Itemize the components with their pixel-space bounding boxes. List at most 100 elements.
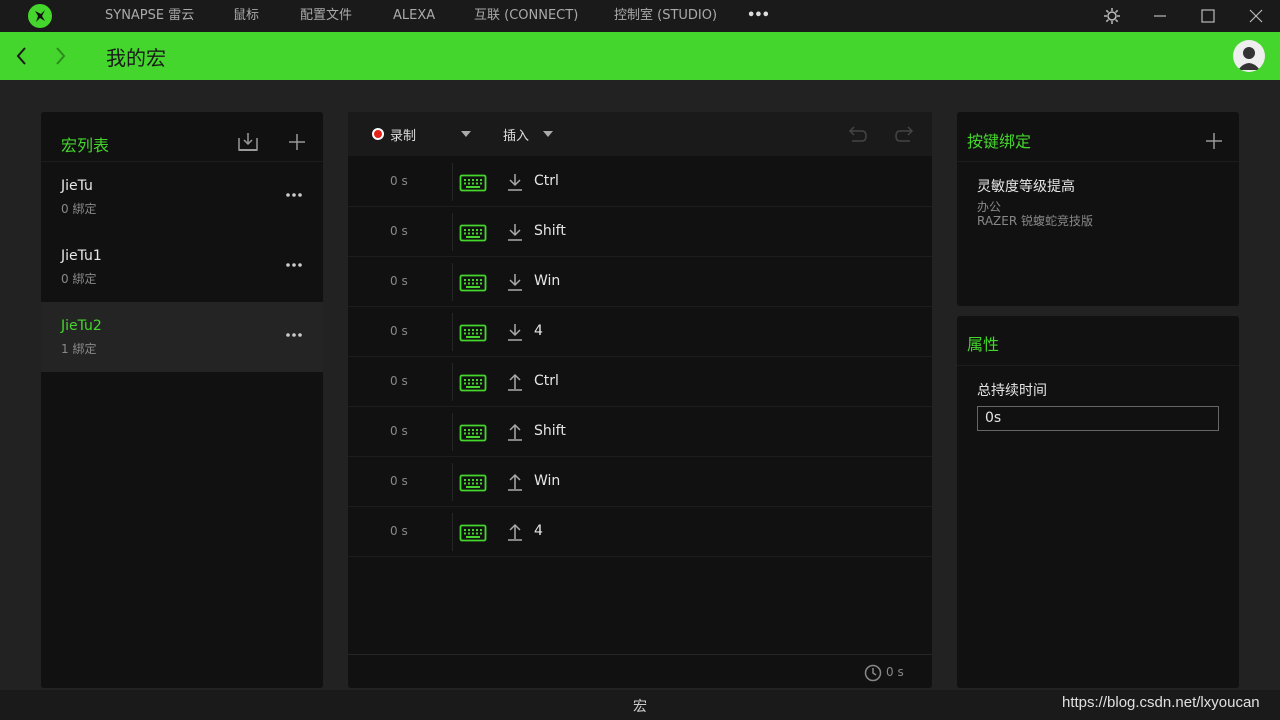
keyboard-icon — [459, 274, 487, 292]
minimize-icon[interactable] — [1150, 6, 1170, 26]
event-key: Ctrl — [534, 173, 559, 189]
macro-editor-panel: 录制 插入 0 s Ctrl 0 s Shift 0 s Win 0 s40 s Ctrl 0 … — [348, 112, 932, 688]
macro-list-panel: 宏列表 JieTu 0 綁定 JieTu1 0 綁定 JieTu2 1 綁定 — [41, 112, 323, 688]
key-down-arrow-icon — [508, 274, 522, 291]
macro-event-row[interactable]: 0 s Win — [348, 257, 932, 307]
row-divider — [452, 213, 453, 251]
row-divider — [452, 263, 453, 301]
event-delay: 0 s — [390, 424, 408, 438]
add-binding-icon[interactable] — [1204, 131, 1224, 151]
keyboard-icon — [459, 524, 487, 542]
properties-title: 属性 — [967, 335, 1000, 354]
event-delay: 0 s — [390, 174, 408, 188]
record-dot-icon[interactable] — [372, 128, 384, 140]
event-delay: 0 s — [390, 524, 408, 538]
binding-device: RAZER 锐蝮蛇竞技版 — [977, 214, 1094, 228]
macro-list-title: 宏列表 — [61, 136, 110, 155]
undo-icon[interactable] — [844, 122, 868, 146]
user-avatar[interactable] — [1233, 40, 1265, 72]
more-options-icon[interactable] — [285, 190, 303, 200]
key-binding-title: 按键绑定 — [967, 132, 1032, 151]
macro-item-jietu[interactable]: JieTu 0 綁定 — [41, 162, 323, 232]
razer-logo-icon[interactable] — [28, 4, 52, 28]
key-up-arrow-icon — [508, 523, 522, 541]
event-key: 4 — [534, 323, 543, 339]
forward-arrow-icon[interactable] — [50, 44, 70, 68]
more-options-icon[interactable] — [285, 330, 303, 340]
nav-alexa[interactable]: ALEXA — [393, 0, 435, 32]
maximize-icon[interactable] — [1198, 6, 1218, 26]
macro-item-jietu2-selected[interactable]: JieTu2 1 綁定 — [41, 302, 323, 372]
row-divider — [452, 313, 453, 351]
key-binding-panel: 按键绑定 灵敏度等级提高 办公 RAZER 锐蝮蛇竞技版 — [957, 112, 1239, 306]
key-down-arrow-icon — [508, 324, 522, 341]
macro-event-row[interactable]: 0 s Shift — [348, 207, 932, 257]
more-options-icon[interactable] — [285, 260, 303, 270]
redo-icon[interactable] — [894, 122, 918, 146]
row-divider — [452, 163, 453, 201]
keyboard-icon — [459, 224, 487, 242]
event-delay: 0 s — [390, 474, 408, 488]
event-delay: 0 s — [390, 224, 408, 238]
divider — [348, 654, 932, 655]
macro-bindings: 1 綁定 — [61, 342, 97, 356]
divider — [957, 365, 1239, 366]
keyboard-icon — [459, 474, 487, 492]
user-icon — [1238, 47, 1260, 70]
nav-synapse[interactable]: SYNAPSE 雷云 — [105, 0, 194, 32]
macro-event-row[interactable]: 0 s 4 — [348, 507, 932, 557]
macro-name: JieTu — [61, 178, 93, 194]
event-delay: 0 s — [390, 274, 408, 288]
clock-icon — [864, 664, 882, 682]
macro-event-row[interactable]: 0 s Ctrl — [348, 357, 932, 407]
import-icon[interactable] — [236, 130, 260, 154]
record-button[interactable]: 录制 — [390, 125, 416, 144]
nav-connect[interactable]: 互联 (CONNECT) — [474, 0, 578, 32]
row-divider — [452, 413, 453, 451]
macro-event-row[interactable]: 0 s 4 — [348, 307, 932, 357]
event-key: Shift — [534, 423, 566, 439]
row-divider — [452, 513, 453, 551]
keyboard-icon — [459, 424, 487, 442]
properties-panel: 属性 总持续时间 0s — [957, 316, 1239, 688]
event-key: Win — [534, 473, 561, 489]
macro-item-jietu1[interactable]: JieTu1 0 綁定 — [41, 232, 323, 302]
event-delay: 0 s — [390, 324, 408, 338]
nav-studio[interactable]: 控制室 (STUDIO) — [614, 0, 717, 32]
binding-name[interactable]: 灵敏度等级提高 — [977, 176, 1075, 196]
macro-event-row[interactable]: 0 s Shift — [348, 407, 932, 457]
macro-event-row[interactable]: 0 s Win — [348, 457, 932, 507]
insert-button[interactable]: 插入 — [503, 125, 529, 144]
event-key: Win — [534, 273, 561, 289]
macro-bindings: 0 綁定 — [61, 272, 97, 286]
key-up-arrow-icon — [508, 473, 522, 491]
event-delay: 0 s — [390, 374, 408, 388]
watermark-text: https://blog.csdn.net/lxyoucan — [1062, 694, 1260, 711]
event-key: Shift — [534, 223, 566, 239]
back-arrow-icon[interactable] — [12, 44, 32, 68]
keyboard-icon — [459, 174, 487, 192]
macro-name: JieTu2 — [61, 318, 102, 334]
nav-profiles[interactable]: 配置文件 — [300, 0, 352, 32]
total-time: 0 s — [886, 665, 904, 679]
duration-input[interactable]: 0s — [977, 406, 1219, 431]
duration-label: 总持续时间 — [977, 383, 1047, 399]
macro-event-row[interactable]: 0 s Ctrl — [348, 157, 932, 207]
nav-more-button[interactable]: ••• — [747, 0, 770, 32]
settings-gear-icon[interactable] — [1102, 6, 1122, 26]
event-key: 4 — [534, 523, 543, 539]
key-up-arrow-icon — [508, 373, 522, 391]
title-bar: SYNAPSE 雷云 鼠标 配置文件 ALEXA 互联 (CONNECT) 控制… — [0, 0, 1280, 32]
nav-mouse[interactable]: 鼠标 — [233, 0, 259, 32]
macro-bindings: 0 綁定 — [61, 202, 97, 216]
row-divider — [452, 463, 453, 501]
close-icon[interactable] — [1246, 6, 1266, 26]
record-dropdown-icon[interactable] — [460, 130, 472, 138]
page-header: 我的宏 — [0, 32, 1280, 80]
add-macro-icon[interactable] — [287, 132, 307, 152]
divider — [957, 161, 1239, 162]
keyboard-icon — [459, 324, 487, 342]
keyboard-icon — [459, 374, 487, 392]
macro-name: JieTu1 — [61, 248, 102, 264]
insert-dropdown-icon[interactable] — [542, 130, 554, 138]
